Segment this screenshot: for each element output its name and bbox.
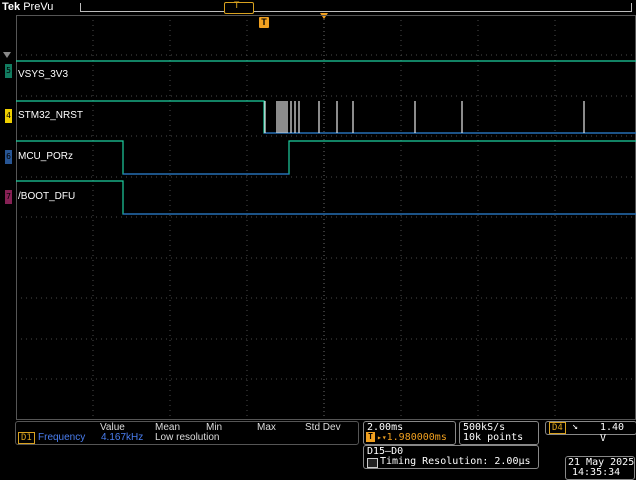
grid-lines [16, 15, 636, 420]
trace-stm32-nrst-glitches [264, 101, 585, 133]
channel-label-vsys-3v3: VSYS_3V3 [18, 69, 69, 80]
trigger-level: 1.40 V [600, 422, 625, 444]
waveform-graticule[interactable] [16, 15, 636, 420]
trace-mcu-porz [16, 140, 636, 175]
channel-label-stm32-nrst: STM32_NRST [18, 110, 84, 121]
channel-tag-vsys[interactable]: 5 [5, 64, 12, 78]
meas-name: Frequency [38, 432, 86, 443]
meas-header-std-dev: Std Dev [305, 422, 341, 433]
time: 14:35:34 [572, 467, 621, 478]
trace-boot-dfu-high [16, 180, 636, 215]
trigger-delay-icon: T [366, 432, 375, 442]
channel-tag-porz[interactable]: 6 [5, 150, 12, 164]
brand-logo: Tek PreVu [2, 1, 54, 13]
trigger-delay-value: ▸▾1.980000ms [377, 432, 447, 443]
record-trigger-mark-icon: T [234, 1, 240, 11]
channel-tag-boot[interactable]: 7 [5, 190, 12, 204]
channel-label-mcu-porz: MCU_PORz [18, 151, 74, 162]
trace-stm32-nrst-high [16, 100, 636, 134]
acquisition-mode: PreVu [23, 1, 54, 13]
meas-header-max: Max [257, 422, 276, 433]
record-length: 10k points [463, 432, 524, 443]
meas-value: 4.167kHz [101, 432, 144, 443]
ground-marker-icon [3, 52, 11, 58]
channel-label-boot-dfu: /BOOT_DFU [18, 191, 76, 202]
channel-tag-nrst[interactable]: 4 [5, 109, 12, 123]
meas-source-badge: D1 [18, 432, 35, 444]
timing-icon [367, 458, 378, 468]
channel-tag-strip: 5 4 6 7 [0, 52, 16, 212]
trigger-source-badge: D4 [549, 422, 566, 434]
timing-resolution: Timing Resolution: 2.00µs [380, 456, 531, 467]
record-view-bar[interactable] [80, 3, 632, 12]
trigger-slope-icon: ↘ [572, 421, 579, 432]
meas-note: Low resolution [155, 432, 220, 443]
